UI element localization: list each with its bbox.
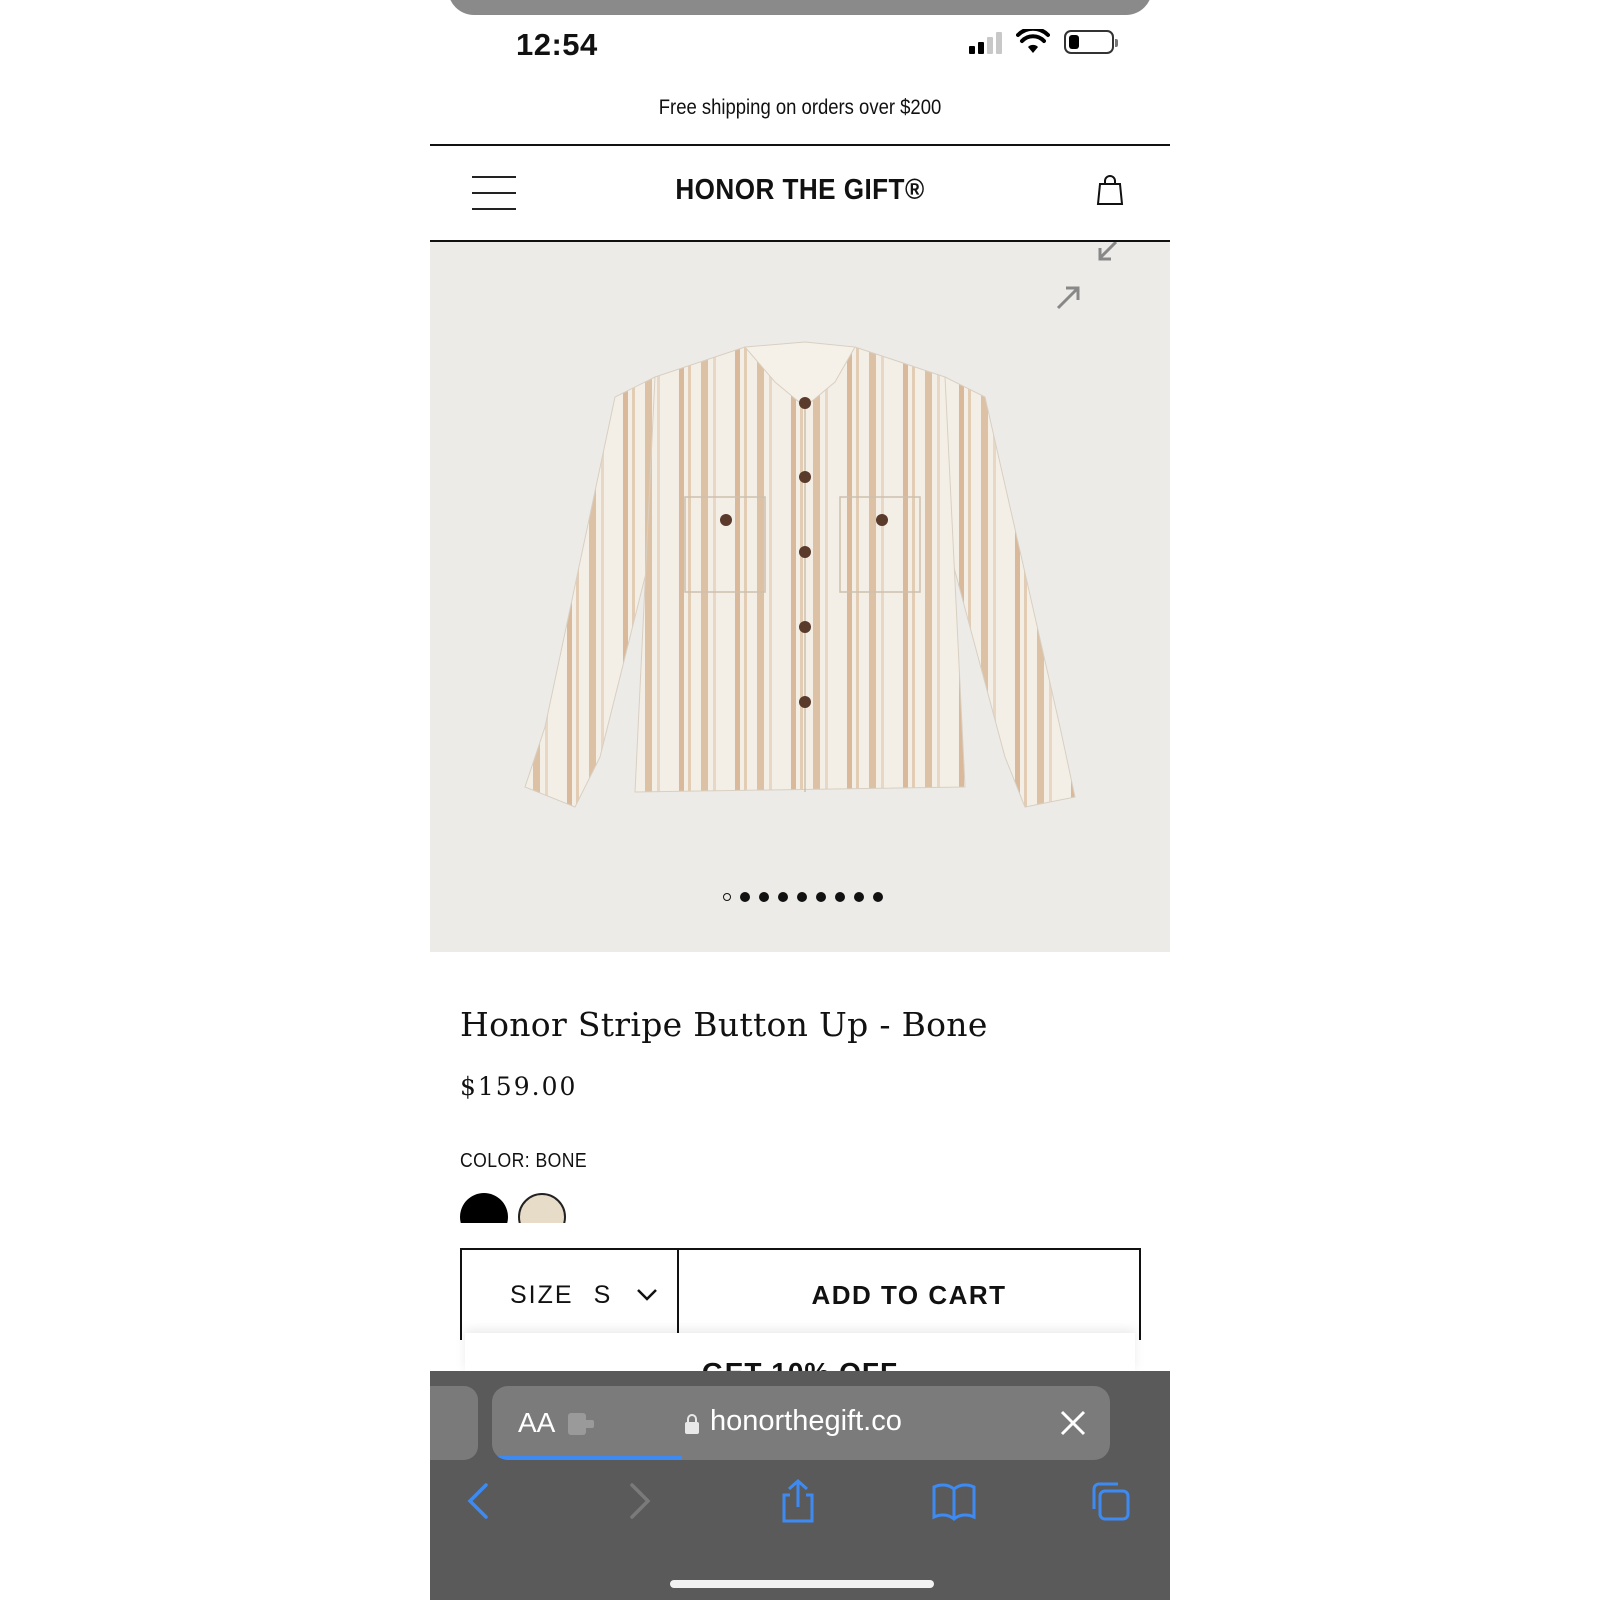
buy-bar: SIZE S ADD TO CART bbox=[460, 1248, 1141, 1340]
close-icon[interactable] bbox=[1060, 1410, 1086, 1436]
chevron-down-icon bbox=[637, 1289, 658, 1301]
status-icons bbox=[969, 29, 1118, 55]
share-icon[interactable] bbox=[776, 1479, 820, 1523]
browser-chrome: AA honorthegift.co bbox=[430, 1371, 1170, 1600]
overlay-sheet-edge bbox=[448, 0, 1152, 15]
extension-icon[interactable] bbox=[568, 1413, 596, 1435]
carousel-dot[interactable] bbox=[797, 892, 807, 902]
product-price: $159.00 bbox=[460, 1072, 578, 1101]
carousel-dot[interactable] bbox=[740, 892, 750, 902]
browser-toolbar bbox=[430, 1479, 1170, 1539]
announcement-bar: Free shipping on orders over $200 bbox=[658, 96, 942, 119]
carousel-dot[interactable] bbox=[873, 892, 883, 902]
carousel-dots bbox=[430, 892, 1170, 902]
battery-icon bbox=[1064, 30, 1118, 54]
expand-icon[interactable] bbox=[1050, 242, 1120, 317]
add-to-cart-button[interactable]: ADD TO CART bbox=[679, 1250, 1139, 1340]
product-title: Honor Stripe Button Up - Bone bbox=[460, 1005, 988, 1044]
swatch-bone[interactable] bbox=[518, 1193, 566, 1223]
carousel-dot-active[interactable] bbox=[723, 893, 731, 901]
previous-tab-preview[interactable] bbox=[430, 1386, 478, 1460]
text-size-button[interactable]: AA bbox=[518, 1407, 555, 1439]
carousel-dot[interactable] bbox=[854, 892, 864, 902]
forward-icon[interactable] bbox=[616, 1479, 660, 1523]
promo-popup[interactable]: GET 10% OFF bbox=[465, 1333, 1135, 1373]
color-label: COLOR: BONE bbox=[460, 1150, 588, 1172]
status-bar: 12:54 bbox=[430, 15, 1170, 75]
brand-logo[interactable]: HONOR THE GIFT® bbox=[467, 174, 1133, 207]
product-image bbox=[524, 341, 1076, 808]
bookmarks-icon[interactable] bbox=[932, 1479, 976, 1523]
carousel-dot[interactable] bbox=[835, 892, 845, 902]
status-time: 12:54 bbox=[516, 27, 598, 62]
home-indicator[interactable] bbox=[670, 1580, 934, 1588]
address-bar[interactable]: AA honorthegift.co bbox=[492, 1386, 1110, 1460]
carousel-dot[interactable] bbox=[778, 892, 788, 902]
shopping-bag-icon[interactable] bbox=[1096, 174, 1124, 206]
site-header: HONOR THE GIFT® bbox=[430, 146, 1170, 241]
phone-screen: 12:54 Free shipping on orders over $200 … bbox=[430, 0, 1170, 1600]
tabs-icon[interactable] bbox=[1088, 1479, 1132, 1523]
product-gallery[interactable] bbox=[430, 242, 1170, 952]
page-load-progress bbox=[492, 1456, 682, 1460]
swatch-black[interactable] bbox=[460, 1193, 508, 1223]
lock-icon bbox=[685, 1414, 699, 1434]
carousel-dot[interactable] bbox=[759, 892, 769, 902]
color-swatches bbox=[460, 1193, 660, 1223]
back-icon[interactable] bbox=[458, 1479, 502, 1523]
cellular-signal-icon bbox=[969, 30, 1002, 54]
size-select[interactable]: SIZE S bbox=[462, 1250, 679, 1340]
wifi-icon bbox=[1016, 29, 1050, 53]
url-text: honorthegift.co bbox=[710, 1405, 902, 1437]
carousel-dot[interactable] bbox=[816, 892, 826, 902]
size-label: SIZE bbox=[510, 1280, 574, 1309]
size-value: S bbox=[593, 1280, 611, 1309]
